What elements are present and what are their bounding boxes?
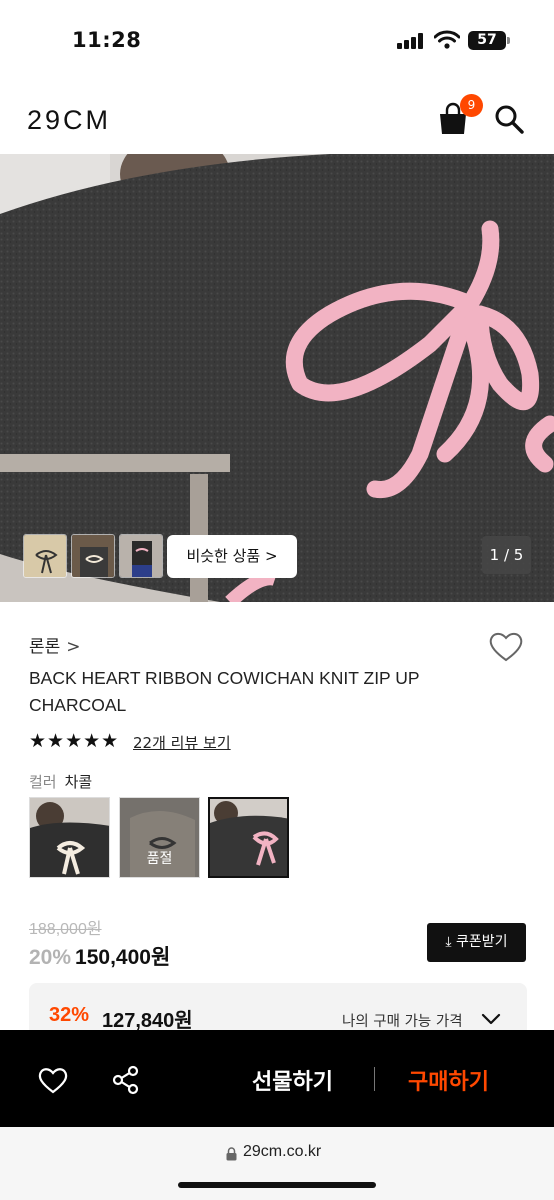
coupon-button[interactable]: ⤓ 쿠폰받기: [427, 923, 526, 962]
share-icon[interactable]: [111, 1065, 141, 1095]
search-icon[interactable]: [494, 104, 524, 134]
image-thumbnail[interactable]: [71, 534, 115, 578]
similar-products-button[interactable]: 비슷한 상품 >: [167, 535, 297, 578]
purchase-action-bar: 선물하기 구매하기: [0, 1030, 554, 1127]
brand-link[interactable]: 론론 >: [29, 632, 81, 657]
sold-out-badge: 품절: [120, 798, 199, 877]
my-price: 127,840원: [102, 1010, 193, 1032]
divider: [374, 1067, 375, 1091]
sale-price: 150,400원: [75, 946, 171, 969]
star-rating-icon: ★★★★★: [29, 730, 120, 752]
gift-button[interactable]: 선물하기: [252, 1064, 333, 1096]
cart-count-badge: 9: [460, 94, 483, 117]
app-header: 29CM 9: [0, 80, 554, 252]
status-bar: 11:28 57: [0, 0, 554, 80]
image-page-counter: 1 / 5: [482, 536, 531, 574]
cellular-signal-icon: [397, 33, 423, 49]
color-label: 컬러: [29, 773, 57, 791]
heart-icon[interactable]: [488, 630, 524, 662]
original-price: 188,000원: [29, 921, 102, 938]
color-option[interactable]: 품절: [119, 797, 200, 878]
review-link[interactable]: 22개 리뷰 보기: [133, 732, 231, 753]
color-option-selected[interactable]: [208, 797, 289, 878]
buy-button[interactable]: 구매하기: [408, 1064, 489, 1096]
battery-icon: 57: [468, 31, 506, 50]
image-thumbnail[interactable]: [23, 534, 67, 578]
heart-icon[interactable]: [38, 1066, 68, 1094]
logo[interactable]: 29CM: [27, 105, 111, 136]
my-discount-rate: 32%: [49, 1004, 90, 1026]
discount-rate: 20%: [29, 946, 72, 969]
color-row: 컬러 차콜: [29, 771, 92, 792]
lock-icon: [226, 1147, 237, 1161]
battery-tip: [507, 37, 510, 44]
my-price-label: 나의 구매 가능 가격: [342, 1014, 463, 1030]
chevron-right-icon: >: [66, 637, 81, 657]
image-thumbnail[interactable]: [119, 534, 163, 578]
home-indicator[interactable]: [178, 1182, 376, 1188]
price-row: 20% 150,400원: [29, 941, 170, 971]
url-text[interactable]: 29cm.co.kr: [243, 1143, 321, 1161]
color-value: 차콜: [64, 773, 93, 791]
wifi-icon: [434, 30, 460, 49]
product-name: BACK HEART RIBBON COWICHAN KNIT ZIP UP C…: [29, 668, 420, 715]
brand-name: 론론: [29, 637, 61, 657]
status-time: 11:28: [72, 28, 142, 52]
color-option[interactable]: [29, 797, 110, 878]
product-image-carousel[interactable]: 비슷한 상품 > 1 / 5: [0, 154, 554, 602]
browser-url-bar[interactable]: 29cm.co.kr: [0, 1127, 554, 1200]
chevron-down-icon[interactable]: [481, 1013, 501, 1025]
